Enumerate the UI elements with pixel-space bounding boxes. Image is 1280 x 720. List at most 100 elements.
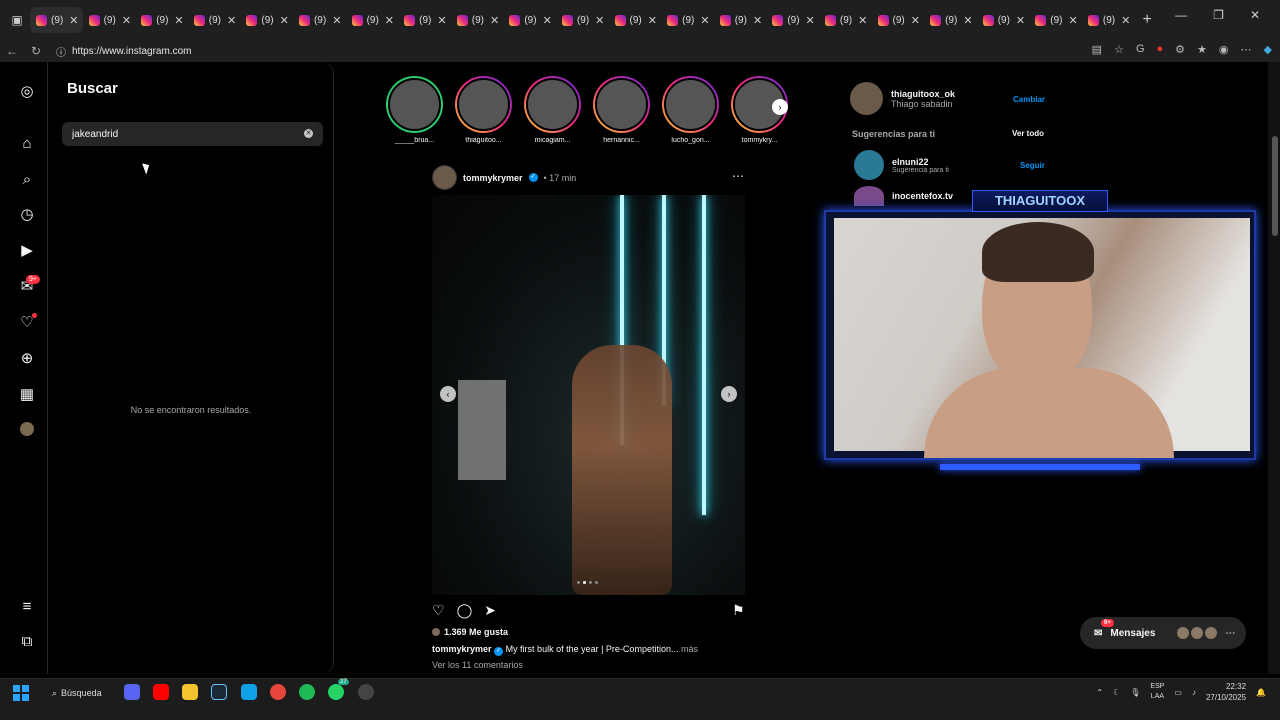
split-screen-icon[interactable]: ▤ <box>1092 43 1102 56</box>
browser-tab[interactable]: (9) ✕ <box>977 7 1030 33</box>
url-field[interactable]: ⓘ https://www.instagram.com <box>56 42 1096 60</box>
browser-tab[interactable]: (9) ✕ <box>556 7 609 33</box>
create-icon[interactable]: ⊕ <box>18 349 36 367</box>
edge-icon[interactable] <box>241 684 257 700</box>
search-input[interactable] <box>62 122 323 146</box>
post-avatar[interactable] <box>432 165 457 190</box>
extension-red-icon[interactable]: ● <box>1157 43 1164 56</box>
tab-close-icon[interactable]: ✕ <box>963 14 972 27</box>
tab-close-icon[interactable]: ✕ <box>227 14 236 27</box>
browser-tab[interactable]: (9) ✕ <box>609 7 662 33</box>
tab-close-icon[interactable]: ✕ <box>648 14 657 27</box>
instagram-logo-icon[interactable]: ◎ <box>18 82 36 100</box>
reels-icon[interactable]: ▶ <box>18 241 36 259</box>
profile-icon[interactable]: ◉ <box>1219 43 1229 56</box>
post-options-icon[interactable]: ⋯ <box>732 169 744 183</box>
tab-close-icon[interactable]: ✕ <box>1069 14 1078 27</box>
profile-avatar[interactable] <box>20 422 34 436</box>
browser-tab[interactable]: (9) ✕ <box>872 7 925 33</box>
discord-icon[interactable] <box>124 684 140 700</box>
tab-close-icon[interactable]: ✕ <box>1016 14 1025 27</box>
tab-close-icon[interactable]: ✕ <box>437 14 446 27</box>
browser-tab[interactable]: (9) ✕ <box>30 7 83 33</box>
browser-tab[interactable]: (9) ✕ <box>240 7 293 33</box>
carousel-prev-icon[interactable]: ‹ <box>440 386 456 402</box>
refresh-icon[interactable]: ↻ <box>24 44 48 58</box>
browser-tab[interactable]: (9) ✕ <box>924 7 977 33</box>
browser-tab[interactable]: (9) ✕ <box>188 7 241 33</box>
chrome-icon[interactable] <box>270 684 286 700</box>
favorites-icon[interactable]: ★ <box>1197 43 1207 56</box>
follow-button[interactable]: Seguir <box>1020 161 1045 170</box>
suggestion-avatar[interactable] <box>854 150 884 180</box>
tray-chevron-icon[interactable]: ⌃ <box>1096 688 1103 697</box>
favorite-star-icon[interactable]: ☆ <box>1114 43 1124 56</box>
tab-close-icon[interactable]: ✕ <box>911 14 920 27</box>
story-item[interactable]: micagiam... <box>524 76 581 144</box>
tab-close-icon[interactable]: ✕ <box>700 14 709 27</box>
tab-close-icon[interactable]: ✕ <box>122 14 131 27</box>
tab-close-icon[interactable]: ✕ <box>543 14 552 27</box>
story-item[interactable]: _____brua... <box>386 76 443 144</box>
tab-actions-icon[interactable]: ▣ <box>4 10 30 30</box>
steam-icon[interactable] <box>211 684 227 700</box>
language-indicator[interactable]: ESP LAA <box>1150 682 1164 702</box>
tab-close-icon[interactable]: ✕ <box>280 14 289 27</box>
suggestion-username[interactable]: elnuni22 <box>892 157 949 167</box>
dashboard-icon[interactable]: ▦ <box>18 385 36 403</box>
save-icon[interactable]: ⚑ <box>732 602 745 619</box>
browser-tab[interactable]: (9) ✕ <box>503 7 556 33</box>
caption-username[interactable]: tommykrymer <box>432 644 492 654</box>
new-tab-icon[interactable]: + <box>1142 11 1151 29</box>
browser-tab[interactable]: (9) ✕ <box>766 7 819 33</box>
browser-tab[interactable]: (9) ✕ <box>346 7 399 33</box>
page-scrollbar[interactable] <box>1268 62 1280 674</box>
story-item[interactable]: lucho_gon... <box>662 76 719 144</box>
like-icon[interactable]: ♡ <box>432 602 445 619</box>
extension-g-icon[interactable]: G <box>1136 43 1145 56</box>
spotify-icon[interactable] <box>299 684 315 700</box>
explore-icon[interactable]: ◷ <box>18 205 36 223</box>
see-all-link[interactable]: Ver todo <box>1012 129 1044 138</box>
extensions-icon[interactable]: ⚙ <box>1175 43 1185 56</box>
file-explorer-icon[interactable] <box>182 684 198 700</box>
tab-close-icon[interactable]: ✕ <box>332 14 341 27</box>
story-item[interactable]: hernannic... <box>593 76 650 144</box>
home-icon[interactable]: ⌂ <box>18 134 36 152</box>
tab-close-icon[interactable]: ✕ <box>69 14 78 27</box>
tab-close-icon[interactable]: ✕ <box>858 14 867 27</box>
youtube-icon[interactable] <box>153 684 169 700</box>
microphone-icon[interactable]: 🎙 <box>1130 688 1140 697</box>
menu-dots-icon[interactable]: ⋯ <box>1241 43 1252 56</box>
search-icon[interactable]: ⌕ <box>18 170 36 188</box>
browser-tab[interactable]: (9) ✕ <box>135 7 188 33</box>
tab-close-icon[interactable]: ✕ <box>806 14 815 27</box>
restore-icon[interactable]: ❐ <box>1213 8 1224 22</box>
tab-close-icon[interactable]: ✕ <box>1121 14 1130 27</box>
tab-close-icon[interactable]: ✕ <box>490 14 499 27</box>
clear-icon[interactable]: ✕ <box>304 129 313 138</box>
tab-close-icon[interactable]: ✕ <box>174 14 183 27</box>
browser-tab[interactable]: (9) ✕ <box>819 7 872 33</box>
view-comments-link[interactable]: Ver los 11 comentarios <box>432 660 523 670</box>
tab-close-icon[interactable]: ✕ <box>385 14 394 27</box>
switch-account-link[interactable]: Cambiar <box>1013 95 1045 104</box>
story-item[interactable]: thiaguitoo... <box>455 76 512 144</box>
volume-icon[interactable]: ♪ <box>1192 688 1196 697</box>
tab-close-icon[interactable]: ✕ <box>753 14 762 27</box>
current-user-username[interactable]: thiaguitoox_ok <box>891 89 955 99</box>
browser-tab[interactable]: (9) ✕ <box>293 7 346 33</box>
copilot-icon[interactable]: ◆ <box>1264 43 1272 56</box>
back-icon[interactable]: ← <box>0 44 24 58</box>
also-from-meta-icon[interactable]: ⧉ <box>18 632 36 650</box>
tab-close-icon[interactable]: ✕ <box>595 14 604 27</box>
clock[interactable]: 22:32 27/10/2025 <box>1206 681 1246 703</box>
stories-next-icon[interactable]: › <box>772 99 788 115</box>
carousel-next-icon[interactable]: › <box>721 386 737 402</box>
scrollbar-thumb[interactable] <box>1272 136 1278 236</box>
browser-tab[interactable]: (9) ✕ <box>661 7 714 33</box>
obs-icon[interactable] <box>358 684 374 700</box>
minimize-icon[interactable]: — <box>1175 8 1187 22</box>
current-user-avatar[interactable] <box>850 82 883 115</box>
browser-tab[interactable]: (9) ✕ <box>1029 7 1082 33</box>
